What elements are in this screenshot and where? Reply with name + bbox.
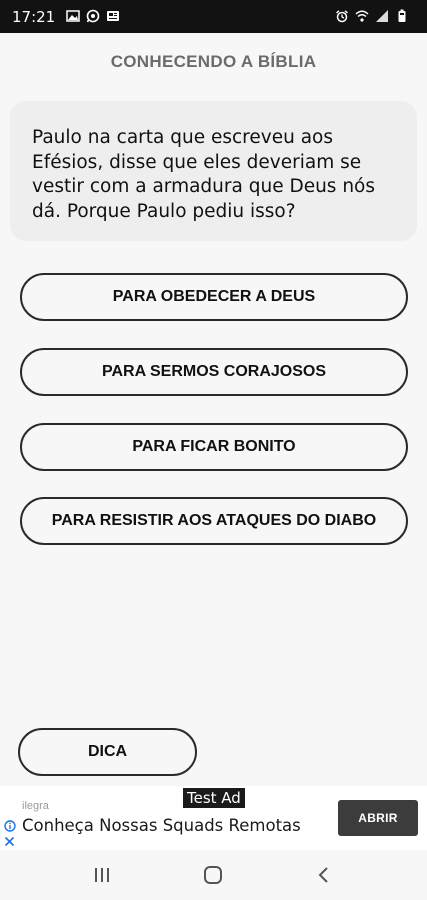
answer-option-1[interactable]: PARA OBEDECER A DEUS bbox=[20, 273, 408, 321]
home-icon[interactable] bbox=[202, 864, 224, 886]
alarm-icon bbox=[336, 10, 348, 23]
ad-open-button[interactable]: ABRIR bbox=[338, 800, 418, 836]
status-bar: 17:21 bbox=[0, 0, 427, 33]
page-title: CONHECENDO A BÍBLIA bbox=[110, 52, 317, 71]
answer-option-3[interactable]: PARA FICAR BONITO bbox=[20, 423, 408, 471]
back-icon[interactable] bbox=[313, 864, 335, 886]
question-text: Paulo na carta que escreveu aos Efésios,… bbox=[32, 127, 376, 222]
ad-info-icon[interactable] bbox=[4, 820, 16, 832]
news-icon bbox=[107, 11, 119, 21]
image-icon bbox=[66, 10, 80, 22]
signal-icon bbox=[376, 10, 388, 22]
ad-advertiser: ilegra bbox=[22, 800, 49, 812]
test-ad-badge: Test Ad bbox=[183, 788, 245, 808]
battery-icon bbox=[398, 9, 406, 22]
recent-apps-icon[interactable] bbox=[91, 864, 113, 886]
answer-option-4[interactable]: PARA RESISTIR AOS ATAQUES DO DIABO bbox=[20, 497, 408, 545]
wifi-icon bbox=[355, 10, 369, 22]
ad-close-icon[interactable] bbox=[4, 836, 15, 847]
question-card: Paulo na carta que escreveu aos Efésios,… bbox=[10, 101, 417, 241]
hint-button[interactable]: DICA bbox=[18, 728, 197, 776]
ad-headline[interactable]: Conheça Nossas Squads Remotas bbox=[22, 816, 301, 835]
system-nav-bar bbox=[0, 850, 427, 900]
whatsapp-icon bbox=[86, 9, 100, 23]
status-time: 17:21 bbox=[12, 8, 56, 26]
answer-option-2[interactable]: PARA SERMOS CORAJOSOS bbox=[20, 348, 408, 396]
